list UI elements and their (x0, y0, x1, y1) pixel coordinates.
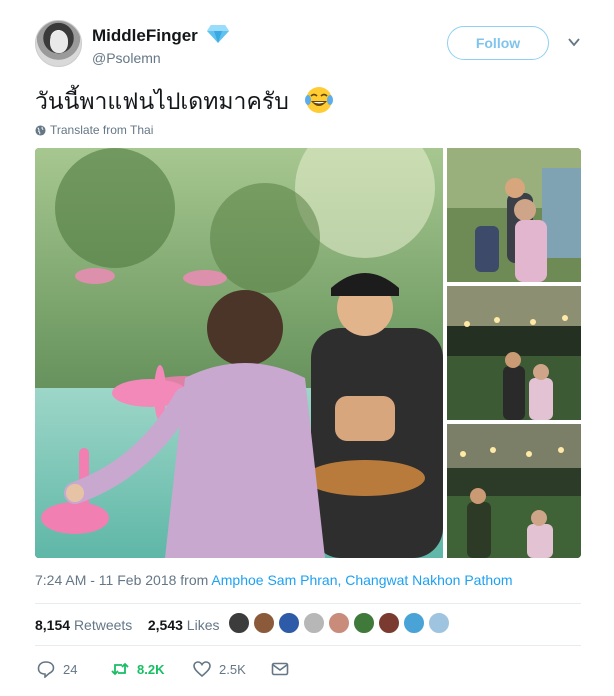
globe-icon (35, 124, 46, 136)
retweets-stat[interactable]: 8,154 Retweets (35, 617, 132, 633)
reply-button[interactable]: 24 (37, 660, 77, 678)
tweet-header: MiddleFinger @Psolemn Follow (35, 20, 595, 70)
liker-avatars (228, 612, 450, 634)
side-photo-1[interactable] (447, 148, 581, 282)
media-gallery (35, 148, 581, 558)
retweet-count: 8.2K (137, 661, 165, 677)
liker-avatar[interactable] (428, 612, 450, 634)
reply-icon (37, 661, 55, 678)
tweet-stats: 8,154 Retweets 2,543 Likes (35, 617, 219, 633)
tweet-body: วันนี้พาแฟนไปเดทมาครับ (35, 89, 289, 115)
side-photo-2[interactable] (447, 286, 581, 420)
main-photo[interactable] (35, 148, 443, 558)
side-photo-3[interactable] (447, 424, 581, 558)
chevron-down-icon[interactable] (567, 35, 581, 49)
retweets-count: 8,154 (35, 617, 71, 633)
side-photo-2-image (447, 286, 581, 420)
like-count: 2.5K (219, 661, 246, 677)
envelope-icon (271, 662, 289, 676)
liker-avatar[interactable] (328, 612, 350, 634)
liker-avatar[interactable] (378, 612, 400, 634)
liker-avatar[interactable] (403, 612, 425, 634)
display-name[interactable]: MiddleFinger (92, 26, 198, 46)
avatar[interactable] (35, 20, 82, 67)
tweet-timestamp: 7:24 AM - 11 Feb 2018 from Amphoe Sam Ph… (35, 572, 513, 588)
liker-avatar[interactable] (303, 612, 325, 634)
divider (35, 645, 581, 646)
likes-stat[interactable]: 2,543 Likes (148, 617, 220, 633)
likes-label: Likes (186, 617, 220, 633)
side-photo-1-image (447, 148, 581, 282)
liker-avatar[interactable] (253, 612, 275, 634)
main-photo-image (35, 148, 443, 558)
liker-avatar[interactable] (228, 612, 250, 634)
tweet-time[interactable]: 7:24 AM - 11 Feb 2018 from (35, 572, 211, 588)
tweet-text: วันนี้พาแฟนไปเดทมาครับ (35, 84, 334, 120)
direct-message-button[interactable] (271, 660, 289, 678)
diamond-emoji-icon (207, 25, 229, 43)
like-button[interactable]: 2.5K (193, 660, 246, 678)
divider (35, 603, 581, 604)
user-handle[interactable]: @Psolemn (92, 50, 161, 66)
heart-icon (193, 661, 211, 678)
retweet-button[interactable]: 8.2K (111, 660, 164, 678)
retweet-icon (111, 662, 129, 676)
tweet-location-link[interactable]: Amphoe Sam Phran, Changwat Nakhon Pathom (211, 572, 512, 588)
translate-link[interactable]: Translate from Thai (35, 123, 153, 137)
retweets-label: Retweets (73, 617, 133, 633)
likes-count: 2,543 (147, 617, 183, 633)
translate-label[interactable]: Translate from Thai (50, 123, 153, 137)
follow-button[interactable]: Follow (447, 26, 549, 60)
liker-avatar[interactable] (278, 612, 300, 634)
laughing-emoji-icon (305, 87, 334, 113)
side-photo-3-image (447, 424, 581, 558)
avatar-face (50, 31, 68, 53)
reply-count: 24 (63, 661, 78, 677)
liker-avatar[interactable] (353, 612, 375, 634)
